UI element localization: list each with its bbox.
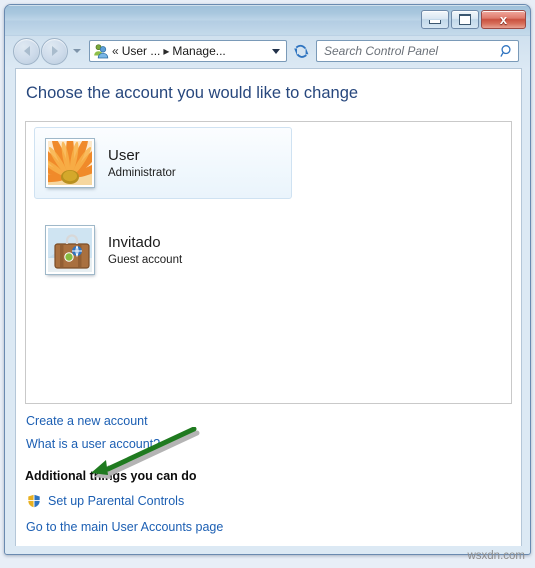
search-icon[interactable] bbox=[500, 44, 514, 58]
account-name: User bbox=[108, 146, 140, 164]
breadcrumb-item-user[interactable]: User ... bbox=[122, 44, 161, 58]
page-title: Choose the account you would like to cha… bbox=[26, 84, 359, 102]
maximize-icon bbox=[459, 14, 471, 25]
breadcrumb-item-manage[interactable]: Manage... bbox=[172, 44, 225, 58]
search-box[interactable]: Search Control Panel bbox=[316, 40, 519, 62]
address-bar[interactable]: « User ... ▸ Manage... bbox=[89, 40, 287, 62]
back-button[interactable] bbox=[13, 37, 40, 65]
back-arrow-icon bbox=[23, 46, 30, 56]
account-role: Guest account bbox=[108, 254, 183, 267]
search-input[interactable]: Search Control Panel bbox=[324, 44, 500, 58]
refresh-icon bbox=[293, 44, 308, 58]
breadcrumb-separator-icon: ▸ bbox=[163, 44, 170, 58]
breadcrumb-overflow[interactable]: « bbox=[112, 45, 119, 57]
accounts-list-panel: User Administrator Invitado Guest accoun… bbox=[25, 121, 512, 404]
maximize-button[interactable] bbox=[451, 10, 479, 29]
nav-button-group bbox=[13, 37, 81, 65]
account-tile-invitado[interactable]: Invitado Guest account bbox=[34, 214, 292, 286]
account-text-invitado: Invitado Guest account bbox=[108, 234, 182, 266]
minimize-icon bbox=[429, 20, 441, 24]
create-new-account-link[interactable]: Create a new account bbox=[26, 414, 148, 428]
navigation-toolbar: « User ... ▸ Manage... Search Control Pa… bbox=[5, 35, 530, 67]
control-panel-window: x « User ... ▸ Manage... Search Control … bbox=[4, 4, 531, 555]
forward-arrow-icon bbox=[51, 46, 58, 56]
watermark: wsxdn.com bbox=[467, 550, 525, 562]
caption-button-group: x bbox=[421, 10, 526, 29]
forward-button[interactable] bbox=[41, 37, 68, 65]
account-role: Administrator bbox=[108, 167, 176, 180]
recent-pages-chevron-down-icon[interactable] bbox=[73, 49, 81, 53]
account-name: Invitado bbox=[108, 233, 161, 251]
address-chevron-down-icon[interactable] bbox=[272, 48, 280, 54]
user-accounts-icon bbox=[93, 43, 109, 59]
additional-things-heading: Additional things you can do bbox=[25, 469, 197, 483]
account-tile-user[interactable]: User Administrator bbox=[34, 127, 292, 199]
close-icon: x bbox=[499, 12, 508, 27]
sunflower-avatar bbox=[45, 138, 95, 188]
uac-shield-icon bbox=[26, 493, 42, 509]
close-button[interactable]: x bbox=[481, 10, 526, 29]
title-bar-highlight bbox=[5, 5, 530, 6]
refresh-button[interactable] bbox=[290, 40, 312, 62]
go-to-main-user-accounts-link[interactable]: Go to the main User Accounts page bbox=[26, 520, 223, 534]
set-up-parental-controls-link[interactable]: Set up Parental Controls bbox=[48, 494, 184, 508]
content-area: Choose the account you would like to cha… bbox=[15, 68, 522, 546]
what-is-a-user-account-link[interactable]: What is a user account? bbox=[26, 437, 160, 451]
minimize-button[interactable] bbox=[421, 10, 449, 29]
account-text-user: User Administrator bbox=[108, 147, 176, 179]
suitcase-avatar bbox=[45, 225, 95, 275]
